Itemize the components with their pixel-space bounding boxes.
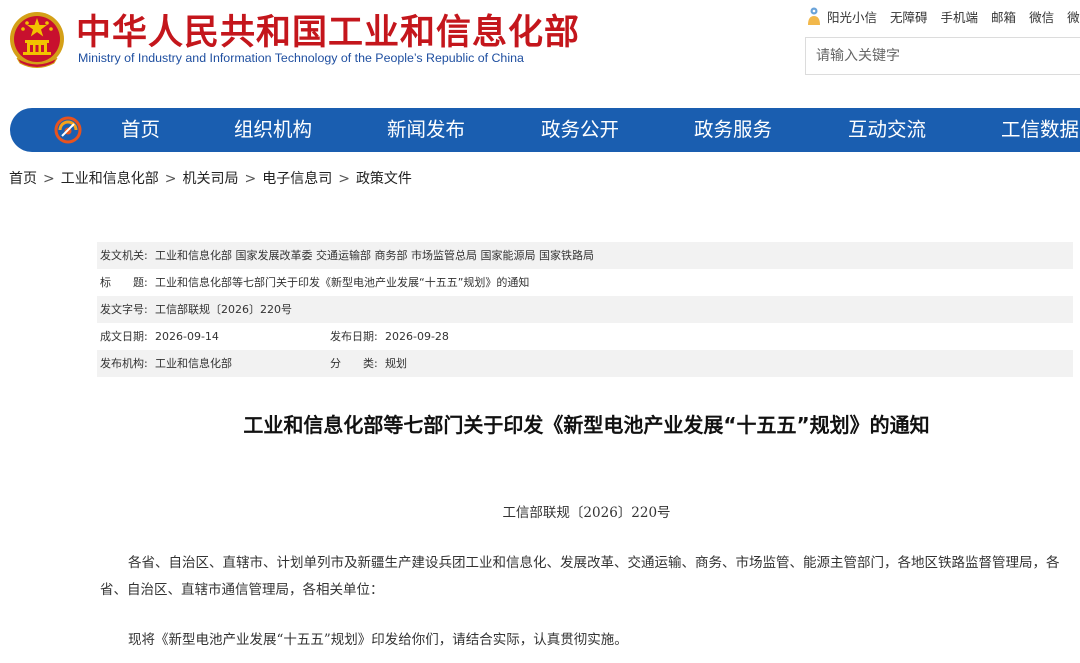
nav-item-organization[interactable]: 组织机构 — [234, 108, 312, 152]
meta-written-date: 2026-09-14 — [155, 330, 219, 343]
national-emblem-icon[interactable] — [8, 10, 66, 70]
breadcrumb-electronics-dept[interactable]: 电子信息司 — [262, 171, 332, 187]
breadcrumb-separator: > — [244, 171, 257, 187]
link-sunshine-xiaoxin[interactable]: 阳光小信 — [827, 7, 877, 26]
meta-row-docno: 发文字号: 工信部联规〔2026〕220号 — [97, 296, 1073, 323]
meta-row-title: 标 题: 工业和信息化部等七部门关于印发《新型电池产业发展“十五五”规划》的通知 — [97, 269, 1073, 296]
main-nav: 首页 组织机构 新闻发布 政务公开 政务服务 互动交流 工信数据 — [10, 108, 1080, 152]
article-paragraph: 现将《新型电池产业发展“十五五”规划》印发给你们，请结合实际，认真贯彻实施。 — [128, 632, 628, 648]
breadcrumb: 首页 > 工业和信息化部 > 机关司局 > 电子信息司 > 政策文件 — [9, 170, 412, 188]
site-subtitle: Ministry of Industry and Information Tec… — [78, 51, 524, 65]
meta-issuer-value: 工业和信息化部 国家发展改革委 交通运输部 商务部 市场监管总局 国家能源局 国… — [155, 249, 594, 262]
article-paragraph: 各省、自治区、直辖市、计划单列市及新疆生产建设兵团工业和信息化、发展改革、交通运… — [100, 555, 1060, 598]
meta-label: 发文机关: — [100, 249, 148, 262]
search-input[interactable] — [806, 38, 1080, 74]
link-mobile[interactable]: 手机端 — [941, 7, 979, 26]
meta-label: 发文字号: — [100, 303, 148, 316]
nav-item-data[interactable]: 工信数据 — [1001, 108, 1079, 152]
breadcrumb-separator: > — [164, 171, 177, 187]
link-mailbox[interactable]: 邮箱 — [991, 7, 1016, 26]
meta-label: 发布日期: — [330, 330, 378, 343]
meta-org-value: 工业和信息化部 — [155, 357, 232, 370]
nav-item-interaction[interactable]: 互动交流 — [848, 108, 926, 152]
meta-published-date: 2026-09-28 — [385, 330, 449, 343]
meta-title-value: 工业和信息化部等七部门关于印发《新型电池产业发展“十五五”规划》的通知 — [155, 276, 530, 289]
person-icon — [808, 7, 820, 25]
meta-label: 发布机构: — [100, 357, 148, 370]
search-box — [805, 37, 1080, 75]
meta-row-issuer: 发文机关: 工业和信息化部 国家发展改革委 交通运输部 商务部 市场监管总局 国… — [97, 242, 1073, 269]
breadcrumb-separator: > — [338, 171, 350, 187]
top-links: 阳光小信 无障碍 手机端 邮箱 微信 微 — [806, 6, 1080, 26]
breadcrumb-miit[interactable]: 工业和信息化部 — [61, 171, 159, 187]
document-meta-table: 发文机关: 工业和信息化部 国家发展改革委 交通运输部 商务部 市场监管总局 国… — [97, 242, 1073, 377]
link-weibo[interactable]: 微 — [1067, 7, 1080, 26]
site-header: 中华人民共和国工业和信息化部 Ministry of Industry and … — [0, 0, 1080, 100]
meta-row-org: 发布机构: 工业和信息化部 分 类: 规划 — [97, 350, 1073, 377]
breadcrumb-policy-docs[interactable]: 政策文件 — [356, 171, 412, 187]
nav-item-gov-services[interactable]: 政务服务 — [694, 108, 772, 152]
miit-logo-icon[interactable] — [54, 116, 82, 144]
meta-row-dates: 成文日期: 2026-09-14 发布日期: 2026-09-28 — [97, 323, 1073, 350]
article-doc-number: 工信部联规〔2026〕220号 — [502, 505, 671, 521]
meta-docno-value: 工信部联规〔2026〕220号 — [155, 303, 292, 316]
meta-label: 分 类: — [330, 357, 378, 370]
nav-item-home[interactable]: 首页 — [121, 108, 160, 152]
link-accessibility[interactable]: 无障碍 — [890, 7, 928, 26]
nav-item-gov-affairs-open[interactable]: 政务公开 — [541, 108, 619, 152]
meta-label: 标 题: — [100, 276, 148, 289]
nav-item-news[interactable]: 新闻发布 — [387, 108, 465, 152]
article-title: 工业和信息化部等七部门关于印发《新型电池产业发展“十五五”规划》的通知 — [243, 413, 930, 437]
link-wechat[interactable]: 微信 — [1029, 7, 1054, 26]
breadcrumb-home[interactable]: 首页 — [9, 171, 37, 187]
breadcrumb-separator: > — [43, 171, 55, 187]
breadcrumb-departments[interactable]: 机关司局 — [182, 171, 238, 187]
meta-category-value: 规划 — [385, 357, 407, 370]
meta-label: 成文日期: — [100, 330, 148, 343]
